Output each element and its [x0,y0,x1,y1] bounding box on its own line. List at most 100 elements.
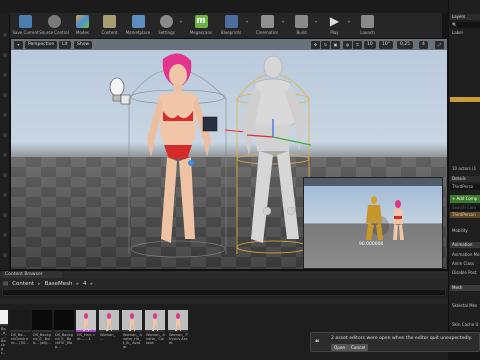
sidebar-icon[interactable] [3,173,7,177]
grid-snap-value[interactable]: 10 [364,41,376,49]
asset-search-input[interactable] [2,289,446,296]
outliner-row[interactable] [450,73,480,78]
layers-tab[interactable]: Layers [450,14,480,20]
outliner-row[interactable] [450,61,480,66]
outliner-row[interactable] [450,91,480,96]
outliner-row[interactable] [450,67,480,72]
surface-snap-icon[interactable]: ⌗ [353,41,362,49]
maximize-viewport-icon[interactable]: ⤢ [435,41,444,49]
scale-snap-label: 0,25 [400,42,411,47]
sidebar-icon[interactable] [3,133,7,137]
breadcrumb-item[interactable]: 4 [83,281,87,287]
scale-icon[interactable]: ▣ [331,41,340,49]
play-button[interactable]: ▶ Play [321,13,348,38]
rotate-icon[interactable]: ↻ [321,41,330,49]
content-browser-tab[interactable]: Content Browser [2,271,62,278]
view-mode-label: Perspective [28,42,55,47]
outliner-row[interactable] [450,115,480,120]
level-viewport[interactable]: ▾ Perspective Lit Show ✥ ↻ ▣ ◍ ⌗ 10 10° … [10,38,448,270]
sidebar-icon[interactable] [3,113,7,117]
outliner-row[interactable] [450,103,480,108]
breadcrumb-item[interactable]: Content [12,281,34,287]
asset-tile[interactable]: DS_Ba... ckGradi ent... (50... [10,310,30,355]
rotation-snap-value[interactable]: 10° [379,41,393,49]
toolbar-label: Megascans [189,30,213,35]
launch-button[interactable]: Launch [354,13,381,38]
female-character[interactable] [147,53,211,243]
perspective-dropdown[interactable]: Perspective [25,41,58,49]
details-tab[interactable]: Details [450,176,480,182]
breadcrumb-item[interactable]: BaseMesh [45,281,73,287]
sidebar-icon[interactable] [3,93,7,97]
lit-dropdown[interactable]: Lit [59,41,71,49]
toolbar-label: Play [330,30,339,35]
content-button[interactable]: Content [96,13,123,38]
outliner-row[interactable] [450,85,480,90]
actor-count-label: 10 actors (1 [452,166,477,171]
outliner-row[interactable] [450,121,480,126]
asset-label: Woman_ Avatar_Ha_ t_Ik_ Avatar [123,333,142,349]
figure-thumbnail-icon [175,313,181,331]
viewport-options-icon[interactable]: ▾ [14,41,23,49]
source-control-button[interactable]: Source Control [39,13,69,38]
figure-thumbnail-icon [152,313,158,331]
asset-tile-selected[interactable]: DS_Hair. cut... ...1 [76,310,97,355]
breadcrumb: ▤ Content ▸ BaseMesh ▸ 4 ▸ [0,278,448,289]
asset-tile[interactable]: Woman_ Avatar_ Collada [145,310,166,355]
camera-speed-label: 4 [422,42,425,47]
sidebar-icon[interactable] [3,73,7,77]
blueprints-button[interactable]: Blueprints [216,13,246,38]
camera-speed-value[interactable]: 4 [419,41,428,49]
sidebar-icon[interactable] [3,193,7,197]
outliner-row[interactable] [450,49,480,54]
sidebar-icon[interactable] [3,153,7,157]
lit-label: Lit [62,42,68,47]
asset-tile[interactable]: Woman_ ... [99,310,120,355]
sidebar-icon[interactable] [3,233,7,237]
outliner-search-input[interactable]: 🔍 [450,22,480,28]
asset-label: Woman_ Physics Asset [169,333,188,345]
show-dropdown[interactable]: Show [74,41,93,49]
modes-button[interactable]: Modes [69,13,96,38]
marketplace-button[interactable]: Marketplace [123,13,153,38]
build-button[interactable]: Build [288,13,315,38]
asset-tile[interactable]: Woman_ Avatar_Ha_ t_Ik_ Avatar [122,310,143,355]
outliner-row[interactable] [450,109,480,114]
sidebar-icon[interactable] [3,53,7,57]
component-search-input[interactable]: Search Com [450,205,480,211]
translate-icon[interactable]: ✥ [311,41,320,49]
open-button[interactable]: Open [331,344,349,351]
asset-tile[interactable]: Woman_ Physics Asset [168,310,189,355]
sidebar-icon[interactable] [3,253,7,257]
asset-tile[interactable]: DS_Backg nd_E_ BackFill _Map... [54,310,74,355]
play-icon: ▶ [329,14,340,28]
world-space-icon[interactable]: ◍ [343,41,352,49]
preview-female [393,200,404,240]
folder-icon[interactable]: ▤ [3,281,8,287]
cancel-button[interactable]: Cancel [348,344,369,351]
save-current-button[interactable]: Save Current [12,13,39,38]
add-component-button[interactable]: + Add Comp [450,195,480,203]
actor-name-field[interactable]: ThirdPerso [450,184,480,190]
animation-section-header[interactable]: Animation [450,242,480,248]
outliner-row[interactable] [450,43,480,48]
content-browser-tabbar: Content Browser [0,271,448,278]
settings-button[interactable]: Settings [153,13,180,38]
outliner-row[interactable] [450,79,480,84]
camera-actor-icon[interactable] [202,116,218,132]
outliner-row[interactable] [450,55,480,60]
cinematics-icon [260,15,274,28]
asset-tile[interactable]: Ba_d_ _... Backgr... [0,310,8,355]
sidebar-icon[interactable] [3,213,7,217]
point-light-icon[interactable] [109,77,131,105]
sidebar-icon[interactable] [3,33,7,37]
asset-tile[interactable]: DS_Backg nd_E_ Bulb... (alt)... [32,310,52,355]
outliner-row-selected[interactable] [450,97,480,102]
scale-snap-value[interactable]: 0,25 [397,41,414,49]
cinematics-button[interactable]: Cinematics [252,13,282,38]
megascans-button[interactable]: m Megascans [186,13,216,38]
mannequin-character[interactable] [241,55,307,243]
outliner-row[interactable] [450,37,480,42]
mesh-section-header[interactable]: Mesh [450,285,480,291]
component-tree-item[interactable]: ThirdPerson [450,212,480,218]
